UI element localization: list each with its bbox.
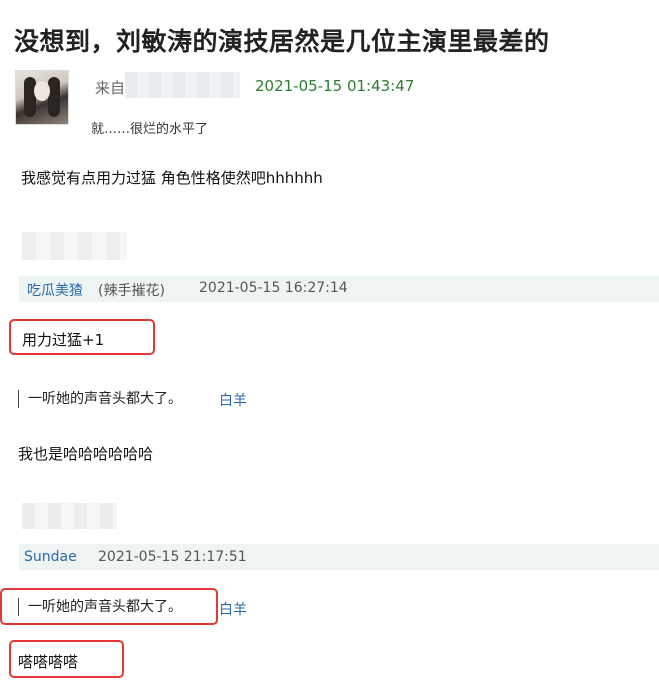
quote-text: 一听她的声音头都大了。: [18, 390, 182, 408]
quote-author-link[interactable]: 白羊: [219, 599, 247, 619]
avatar[interactable]: [15, 70, 69, 125]
reply-text: 嗒嗒嗒嗒: [18, 653, 79, 671]
post-subtitle: 就……很烂的水平了: [91, 122, 209, 137]
reply-username-link[interactable]: Sundae: [24, 549, 77, 565]
avatar-face: [34, 81, 50, 101]
reply-user-role: (辣手摧花): [98, 283, 165, 299]
from-label: 来自: [95, 79, 126, 97]
avatar-hair-left: [24, 77, 36, 117]
quote-text: 一听她的声音头都大了。: [18, 598, 182, 616]
comment-text: 我感觉有点用力过猛 角色性格使然吧hhhhhh: [21, 169, 323, 187]
comment-text: 我也是哈哈哈哈哈哈: [18, 445, 154, 463]
redacted-avatar: [22, 232, 127, 260]
reply-timestamp: 2021-05-15 16:27:14: [199, 280, 348, 296]
quote-author-link[interactable]: 白羊: [219, 390, 247, 410]
avatar-hair-right: [48, 77, 60, 117]
reply-text: 用力过猛+1: [22, 331, 105, 349]
post-timestamp: 2021-05-15 01:43:47: [255, 77, 415, 95]
reply-timestamp: 2021-05-15 21:17:51: [98, 549, 247, 565]
reply-username-link[interactable]: 吃瓜美猹: [27, 280, 83, 300]
post-title: 没想到，刘敏涛的演技居然是几位主演里最差的: [14, 27, 550, 56]
redacted-source: [125, 72, 240, 98]
redacted-avatar: [22, 503, 117, 529]
